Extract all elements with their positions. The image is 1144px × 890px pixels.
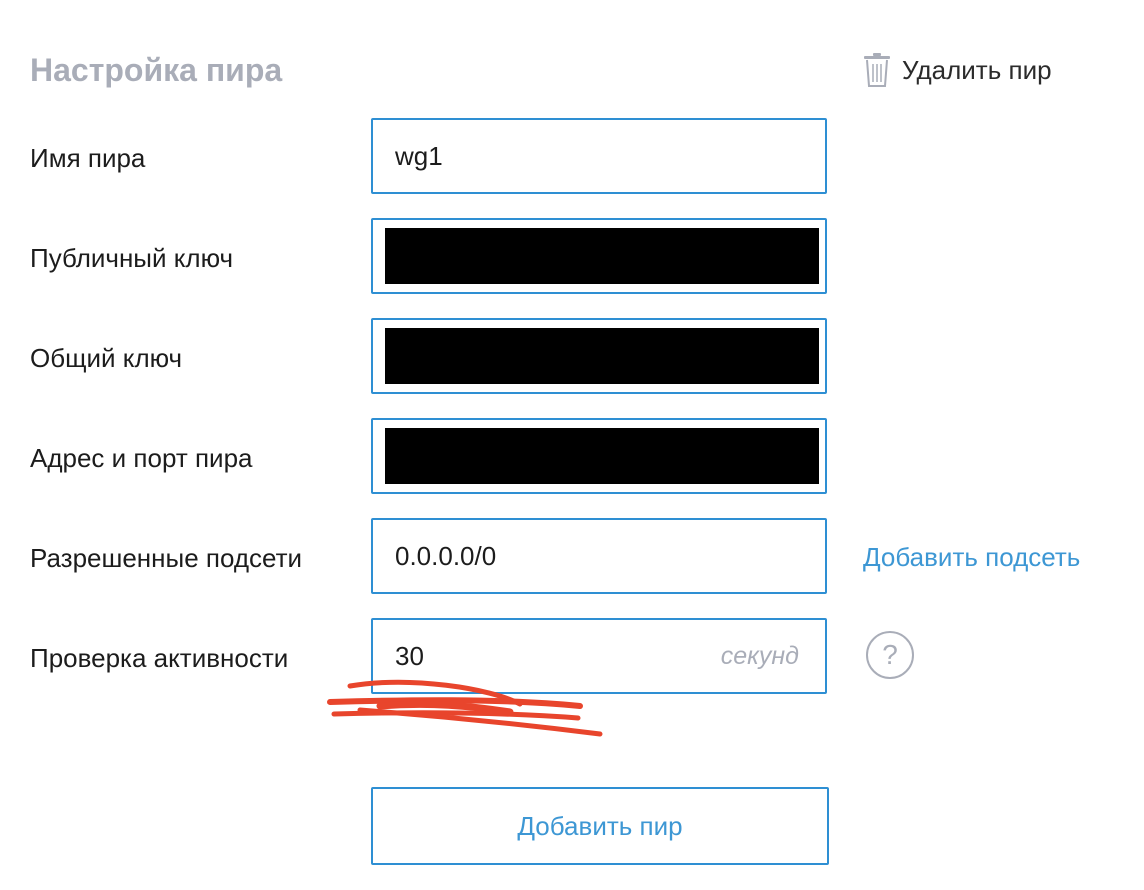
shared-key-label: Общий ключ	[30, 343, 183, 373]
shared-key-field[interactable]	[371, 318, 827, 394]
keepalive-label: Проверка активности	[30, 643, 289, 673]
page-title: Настройка пира	[30, 52, 283, 88]
delete-peer-label: Удалить пир	[902, 54, 1052, 85]
allowed-ips-input[interactable]	[395, 520, 695, 592]
help-icon[interactable]: ?	[866, 631, 914, 679]
peer-name-input[interactable]	[395, 120, 695, 192]
delete-peer-button[interactable]: Удалить пир	[862, 51, 1052, 89]
peer-settings-page: Настройка пира Удалить пир Имя пира Публ…	[0, 0, 1144, 890]
redacted-value	[385, 228, 819, 284]
trash-icon	[862, 52, 892, 88]
peer-name-label: Имя пира	[30, 143, 146, 173]
add-peer-button[interactable]: Добавить пир	[371, 787, 829, 865]
redacted-value	[385, 428, 819, 484]
endpoint-field[interactable]	[371, 418, 827, 494]
redacted-value	[385, 328, 819, 384]
public-key-field[interactable]	[371, 218, 827, 294]
add-subnet-link[interactable]: Добавить подсеть	[863, 541, 1080, 573]
red-scribble-annotation	[327, 679, 603, 737]
public-key-label: Публичный ключ	[30, 243, 234, 273]
allowed-ips-field	[371, 518, 827, 594]
keepalive-unit: секунд	[720, 642, 799, 670]
peer-name-field	[371, 118, 827, 194]
allowed-ips-label: Разрешенные подсети	[30, 543, 303, 573]
endpoint-label: Адрес и порт пира	[30, 443, 253, 473]
